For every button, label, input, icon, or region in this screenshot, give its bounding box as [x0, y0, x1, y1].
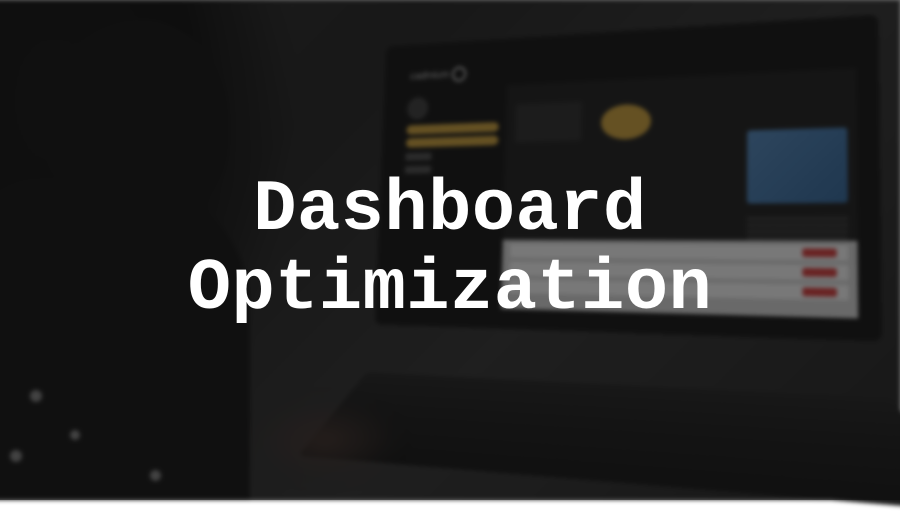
title-line-2: Optimization [188, 250, 712, 329]
title-line-1: Dashboard [188, 171, 712, 250]
hero-title: Dashboard Optimization [188, 171, 712, 329]
